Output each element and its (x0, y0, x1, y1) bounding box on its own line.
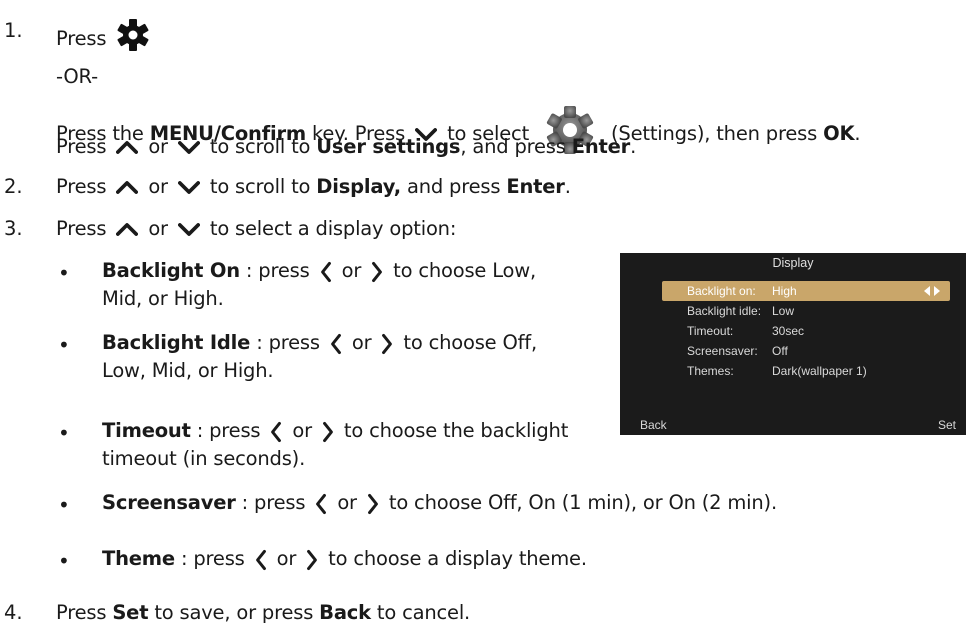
step-1-number: 1. (4, 19, 23, 42)
bullet-dot: • (58, 493, 70, 517)
display-option-row: Themes: Dark(wallpaper 1) (687, 364, 867, 378)
chevron-right-icon (381, 333, 393, 355)
bullet-screensaver: Screensaver : press or to choose Off, On… (102, 491, 777, 515)
display-option-row: Screensaver: Off (687, 344, 788, 358)
step-3-number: 3. (4, 217, 23, 240)
step-4-number: 4. (4, 601, 23, 624)
left-right-arrows-icon (924, 286, 940, 296)
display-back-label: Back (640, 418, 667, 432)
bullet-dot: • (58, 549, 70, 573)
bullet-backlight-on-cont: Mid, or High. (102, 287, 224, 310)
step-3-line: Press or to select a display option: (56, 217, 457, 240)
display-screen-title: Display (772, 256, 814, 270)
display-screen-illustration: Display Backlight on: High Backlight idl… (620, 253, 966, 435)
chevron-right-icon (367, 493, 379, 515)
chevron-left-icon (330, 333, 342, 355)
bullet-dot: • (58, 421, 70, 445)
step-1-or: -OR- (56, 65, 98, 88)
display-option-row: Backlight idle: Low (687, 304, 795, 318)
display-option-row-selected: Backlight on: High (662, 281, 950, 301)
chevron-right-icon (371, 261, 383, 283)
chevron-left-icon (320, 261, 332, 283)
display-options-list: Backlight on: High Backlight idle: Low T… (662, 281, 950, 381)
chevron-down-icon (178, 222, 200, 237)
manual-page: 1. Press -OR- Press the MENU/Confirm key… (0, 0, 970, 644)
bullet-backlight-idle-cont: Low, Mid, or High. (102, 359, 274, 382)
chevron-left-icon (315, 493, 327, 515)
gear-icon (117, 19, 149, 51)
bullet-backlight-on: Backlight On : press or to choose Low, (102, 259, 537, 283)
display-option-row: Timeout: 30sec (687, 324, 805, 338)
display-set-label: Set (937, 418, 956, 432)
step-1-line-1: Press (56, 18, 150, 52)
chevron-up-icon (116, 222, 138, 237)
chevron-left-icon (255, 549, 267, 571)
bullet-theme: Theme : press or to choose a display the… (102, 547, 587, 571)
bullet-timeout: Timeout : press or to choose the backlig… (102, 419, 569, 443)
bullet-backlight-idle: Backlight Idle : press or to choose Off, (102, 331, 537, 355)
bullet-dot: • (58, 333, 70, 357)
chevron-right-icon (322, 421, 334, 443)
step-2-number: 2. (4, 175, 23, 198)
chevron-down-icon (178, 180, 200, 195)
bullet-timeout-cont: timeout (in seconds). (102, 447, 306, 470)
bullet-dot: • (58, 261, 70, 285)
chevron-up-icon (116, 140, 138, 155)
step-4-line: Press Set to save, or press Back to canc… (56, 601, 471, 624)
step-1-line-4: Press or to scroll to User settings, and… (56, 135, 637, 158)
chevron-left-icon (270, 421, 282, 443)
chevron-down-icon (178, 140, 200, 155)
chevron-up-icon (116, 180, 138, 195)
step-2-line: Press or to scroll to Display, and press… (56, 175, 571, 198)
chevron-right-icon (306, 549, 318, 571)
